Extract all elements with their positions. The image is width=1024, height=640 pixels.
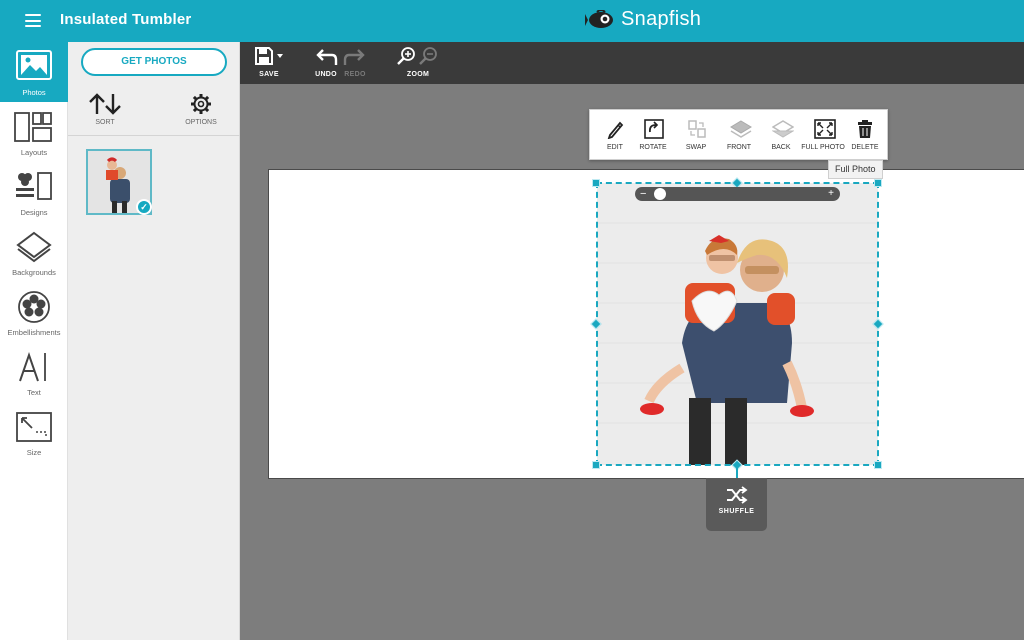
rail-label-photos: Photos: [22, 88, 46, 97]
photos-icon: [16, 50, 52, 80]
photo-in-frame[interactable]: [597, 183, 878, 465]
rail-item-layouts[interactable]: Layouts: [0, 102, 68, 162]
back-button[interactable]: BACK: [760, 110, 802, 161]
rail-label-text: Text: [27, 388, 41, 397]
zoom-slider-plus[interactable]: +: [828, 187, 834, 201]
full-photo-tooltip: Full Photo: [828, 160, 883, 179]
text-icon: [19, 351, 46, 382]
size-icon: [16, 412, 52, 442]
swap-icon: [688, 120, 706, 138]
redo-button[interactable]: REDO: [341, 46, 369, 82]
rotate-icon: [644, 119, 664, 139]
designs-icon: [16, 172, 52, 200]
shuffle-button[interactable]: SHUFFLE: [706, 478, 767, 531]
resize-handle-bottom-right[interactable]: [874, 461, 882, 469]
hamburger-menu-icon[interactable]: [25, 14, 41, 27]
zoom-slider-knob[interactable]: [654, 188, 666, 200]
send-back-icon: [772, 120, 794, 138]
undo-icon: [316, 49, 338, 65]
gear-icon: [191, 94, 211, 114]
edit-button[interactable]: EDIT: [594, 110, 636, 161]
photo-action-toolbar: EDIT ROTATE SWAP FRONT BACK FULL PHOTO D…: [589, 109, 888, 160]
shuffle-connector: [736, 465, 738, 479]
brand-logo: Snapfish: [585, 8, 701, 31]
front-button[interactable]: FRONT: [718, 110, 760, 161]
rail-item-text[interactable]: Text: [0, 342, 68, 402]
trash-icon: [858, 120, 872, 138]
rail-item-designs[interactable]: Designs: [0, 162, 68, 222]
zoom-label: ZOOM: [406, 71, 430, 78]
rail-label-size: Size: [26, 448, 42, 457]
get-photos-button[interactable]: GET PHOTOS: [81, 48, 227, 76]
rail-item-embellishments[interactable]: Embellishments: [0, 282, 68, 342]
rotate-button[interactable]: ROTATE: [632, 110, 674, 161]
pencil-icon: [607, 121, 624, 139]
zoom-controls[interactable]: ZOOM: [397, 46, 439, 82]
rail-label-designs: Designs: [20, 208, 48, 217]
resize-handle-top-right[interactable]: [874, 179, 882, 187]
rail-label-backgrounds: Backgrounds: [12, 268, 56, 277]
photo-zoom-slider[interactable]: − +: [635, 187, 840, 201]
zoom-in-icon[interactable]: [397, 46, 417, 66]
save-button[interactable]: SAVE: [252, 46, 286, 82]
rail-label-layouts: Layouts: [20, 148, 48, 157]
options-button[interactable]: OPTIONS: [171, 92, 231, 132]
sort-label: SORT: [95, 119, 115, 126]
full-photo-button[interactable]: FULL PHOTO: [801, 110, 845, 161]
shuffle-icon: [727, 486, 748, 504]
save-disk-icon: [255, 47, 283, 65]
rail-label-embellishments: Embellishments: [7, 328, 61, 337]
rail-item-photos[interactable]: Photos: [0, 42, 68, 102]
project-title: Insulated Tumbler: [60, 11, 192, 28]
sort-button[interactable]: SORT: [75, 92, 135, 132]
resize-handle-top-left[interactable]: [592, 179, 600, 187]
backgrounds-icon: [16, 231, 52, 263]
full-photo-icon: [814, 119, 836, 139]
brand-name: Snapfish: [621, 8, 702, 30]
photo-thumbnail[interactable]: ✓: [86, 149, 152, 215]
top-header: Insulated Tumbler Snapfish: [0, 0, 1024, 42]
options-label: OPTIONS: [185, 119, 217, 126]
rail-item-backgrounds[interactable]: Backgrounds: [0, 222, 68, 282]
zoom-out-icon[interactable]: [419, 46, 439, 66]
bring-front-icon: [730, 120, 752, 138]
layouts-icon: [14, 112, 52, 142]
delete-label: DELETE: [851, 144, 879, 151]
left-tool-rail: Photos Layouts Designs Backgrounds Embel…: [0, 42, 68, 640]
panel-divider: [68, 135, 240, 136]
undo-button[interactable]: UNDO: [312, 46, 340, 82]
save-label: SAVE: [259, 71, 279, 78]
redo-label: REDO: [344, 71, 366, 78]
embellishments-icon: [18, 291, 50, 323]
placed-photo: [597, 183, 878, 465]
rail-item-size[interactable]: Size: [0, 402, 68, 462]
zoom-slider-minus[interactable]: −: [640, 187, 646, 201]
swap-button[interactable]: SWAP: [675, 110, 717, 161]
editor-toolbar: SAVE UNDO REDO ZOOM: [240, 42, 1024, 84]
delete-button[interactable]: DELETE: [844, 110, 886, 161]
undo-label: UNDO: [315, 71, 337, 78]
photos-panel: GET PHOTOS SORT OPTIONS ✓: [68, 42, 240, 640]
fish-logo-icon: [585, 9, 613, 28]
selected-check-icon: ✓: [136, 199, 152, 215]
redo-icon: [343, 49, 365, 65]
sort-arrows-icon: [89, 93, 121, 115]
shuffle-label: SHUFFLE: [718, 508, 755, 515]
resize-handle-bottom-left[interactable]: [592, 461, 600, 469]
